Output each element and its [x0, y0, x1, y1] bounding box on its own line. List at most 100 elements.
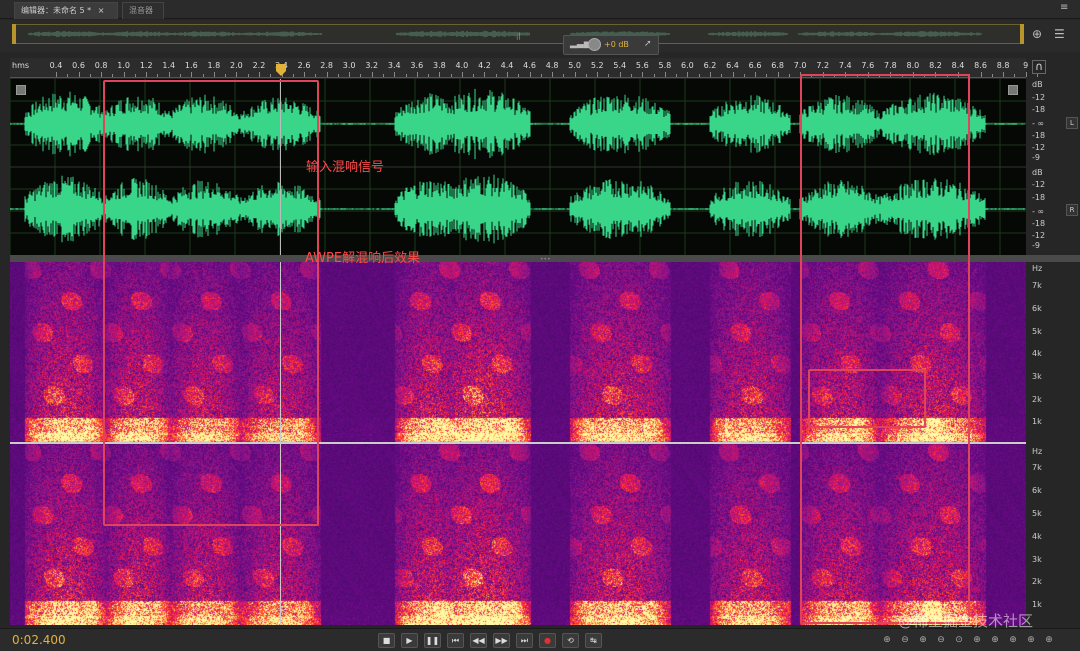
- ruler-tick-label: 3.4: [387, 61, 401, 70]
- tab-mixer-label: 混音器: [129, 6, 153, 15]
- loop-button[interactable]: ⟲: [562, 633, 579, 648]
- ruler-tick: [484, 72, 486, 77]
- ruler-tick: [236, 72, 238, 77]
- zoom-out-time-icon[interactable]: ⊖: [934, 634, 948, 647]
- hz-label: 7k: [1032, 463, 1042, 472]
- ruler-tick: [755, 72, 757, 77]
- ruler-minor-tick: [360, 74, 362, 77]
- hz-label: Hz: [1032, 264, 1043, 273]
- ruler-minor-tick: [405, 74, 407, 77]
- zoom-out-amplitude-icon[interactable]: ⊖: [898, 634, 912, 647]
- pin-icon[interactable]: ➚: [644, 39, 652, 49]
- ruler-tick-label: 7.0: [793, 61, 807, 70]
- ruler-tick-label: 6.4: [726, 61, 739, 70]
- ruler-tick-label: 3.6: [410, 61, 424, 70]
- tab-editor[interactable]: 编辑器：未命名 5 * ×: [14, 2, 118, 19]
- go-to-end-button[interactable]: ⏭: [516, 633, 533, 648]
- ruler-minor-tick: [337, 74, 339, 77]
- tab-mixer[interactable]: 混音器: [122, 2, 164, 19]
- ruler-minor-tick: [202, 74, 204, 77]
- ruler-tick-label: 2.6: [297, 61, 311, 70]
- ruler-tick: [56, 72, 57, 77]
- ruler-tick: [213, 72, 215, 77]
- stop-button[interactable]: ■: [378, 633, 395, 648]
- zoom-in-start-icon[interactable]: ⊕: [970, 634, 984, 647]
- annotation-box-left: [103, 80, 319, 526]
- ruler-minor-tick: [585, 74, 587, 77]
- overview-waveform[interactable]: ||: [12, 24, 1024, 44]
- tab-close-icon[interactable]: ×: [98, 6, 105, 15]
- ruler-tick-label: 5.0: [568, 61, 582, 70]
- ruler-minor-tick: [721, 74, 723, 77]
- hz-label: Hz: [1032, 447, 1043, 456]
- go-to-start-button[interactable]: ⏮: [447, 633, 464, 648]
- panel-menu-icon[interactable]: ≡: [1060, 3, 1072, 15]
- ruler-tick-label: 1.6: [184, 61, 198, 70]
- zoom-in-end-icon[interactable]: ⊕: [988, 634, 1002, 647]
- expand-left-icon[interactable]: [16, 85, 26, 95]
- volume-knob-icon[interactable]: [588, 38, 601, 51]
- zoom-tool-icon[interactable]: ⊕: [1032, 27, 1046, 41]
- ruler-tick: [191, 72, 193, 77]
- ruler-tick: [619, 72, 621, 77]
- record-button[interactable]: ●: [539, 633, 556, 648]
- ruler-minor-tick: [518, 74, 520, 77]
- hz-label: 1k: [1032, 417, 1042, 426]
- ruler-tick: [529, 72, 531, 77]
- ruler-tick-label: 1.0: [117, 61, 131, 70]
- db-scale: dB -12 -18 - ∞ -18 -12 -9 L dB -12 -18 -…: [1026, 79, 1080, 255]
- ruler-minor-tick: [270, 74, 272, 77]
- ruler-tick-label: 1.2: [139, 61, 153, 70]
- ruler-tick-label: 7.6: [861, 61, 875, 70]
- db-label: - ∞: [1032, 119, 1045, 128]
- ruler-minor-tick: [292, 74, 294, 77]
- zoom-in-amplitude-icon[interactable]: ⊕: [880, 634, 894, 647]
- ruler-tick-label: 0.6: [72, 61, 85, 70]
- hz-label: 2k: [1032, 395, 1042, 404]
- overview-right-handle[interactable]: [1020, 24, 1024, 44]
- zoom-in-time-icon[interactable]: ⊕: [916, 634, 930, 647]
- ruler-minor-tick: [653, 74, 655, 77]
- ruler-tick-label: 9: [1023, 61, 1029, 70]
- expand-right-icon[interactable]: [1008, 85, 1018, 95]
- ruler-tick: [101, 72, 103, 77]
- level-value[interactable]: +0 dB: [604, 40, 629, 49]
- ruler-tick-label: 0.4: [49, 61, 63, 70]
- skip-selection-button[interactable]: ↹: [585, 633, 602, 648]
- fast-forward-button[interactable]: ▶▶: [493, 633, 510, 648]
- ruler-tick-label: 0.8: [94, 61, 108, 70]
- ruler-minor-tick: [157, 74, 159, 77]
- rewind-button[interactable]: ◀◀: [470, 633, 487, 648]
- zoom-in-left-icon[interactable]: ⊕: [1024, 634, 1038, 647]
- ruler-tick-label: 8.6: [974, 61, 987, 70]
- timecode-display[interactable]: 0:02.400: [12, 633, 66, 647]
- play-button[interactable]: ▶: [401, 633, 418, 648]
- ruler-tick-label: 6.8: [771, 61, 784, 70]
- ruler-tick-label: 6.0: [681, 61, 694, 70]
- right-channel-button[interactable]: R: [1066, 204, 1078, 216]
- ruler-tick: [597, 72, 599, 77]
- transport-bar: 0:02.400 ■ ▶ ❚❚ ⏮ ◀◀ ▶▶ ⏭ ● ⟲ ↹ ⊕ ⊖ ⊕ ⊖ …: [0, 628, 1080, 651]
- ruler-tick: [709, 72, 711, 77]
- playhead-marker[interactable]: [275, 63, 287, 77]
- ruler-minor-tick: [247, 74, 249, 77]
- ruler-tick-label: 4.0: [455, 61, 469, 70]
- overview-left-handle[interactable]: [12, 24, 16, 44]
- ruler-unit: hms: [12, 61, 30, 70]
- ruler-tick: [416, 72, 418, 77]
- snap-icon[interactable]: ∩: [1032, 60, 1046, 74]
- ruler-minor-tick: [450, 74, 452, 77]
- zoom-selection-icon[interactable]: ⊕: [1006, 634, 1020, 647]
- ruler-tick-label: 7.2: [816, 61, 830, 70]
- ruler-minor-tick: [382, 74, 384, 77]
- db-label: -18: [1032, 131, 1046, 140]
- zoom-out-full-icon[interactable]: ⊙: [952, 634, 966, 647]
- db-label: -9: [1032, 153, 1040, 162]
- zoom-in-right-icon[interactable]: ⊕: [1042, 634, 1056, 647]
- level-widget[interactable]: ▂▃▅ +0 dB ➚: [563, 35, 659, 55]
- db-label: -18: [1032, 193, 1046, 202]
- left-channel-button[interactable]: L: [1066, 117, 1078, 129]
- pause-button[interactable]: ❚❚: [424, 633, 441, 648]
- ruler-tick-label: 4.4: [500, 61, 514, 70]
- list-icon[interactable]: ☰: [1054, 27, 1068, 41]
